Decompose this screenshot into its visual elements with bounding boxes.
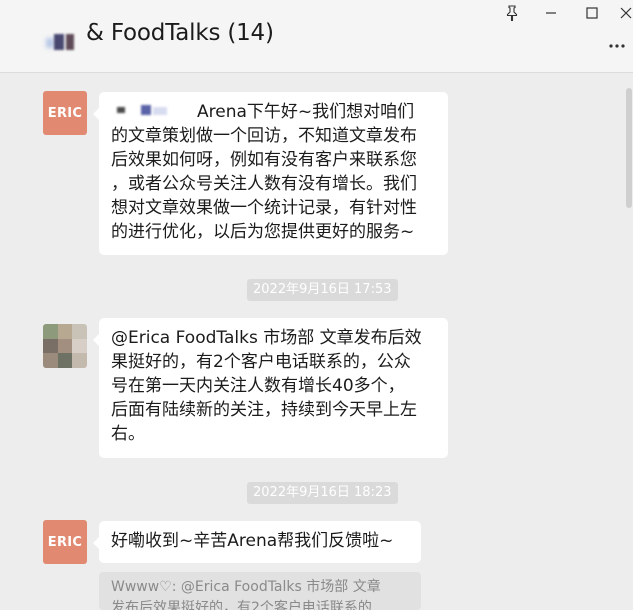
message-line: 后效果如何呀，例如有没有客户来联系您	[111, 150, 417, 170]
quote-line: 发布后效果挺好的，有2个客户电话联系的	[111, 600, 372, 610]
message-bubble[interactable]: @Erica FoodTalks 市场部 文章发布后效 果挺好的，有2个客户电话…	[93, 318, 448, 458]
timestamp: 2022年9月16日 17:53	[247, 279, 398, 301]
title-bar: & FoodTalks (14)	[0, 0, 633, 73]
avatar-label: ERIC	[47, 534, 83, 550]
message-line: ，或者公众号关注人数有没有增长。我们	[111, 174, 417, 194]
minimize-icon[interactable]	[537, 3, 565, 23]
message-line: 好嘞收到~辛苦Arena帮我们反馈啦~	[111, 531, 394, 551]
avatar[interactable]: ERIC	[43, 91, 87, 135]
message-line: Arena下午好~我们想对咱们	[111, 100, 436, 124]
redacted-mention	[111, 101, 197, 119]
message-bubble[interactable]: 好嘞收到~辛苦Arena帮我们反馈啦~	[93, 521, 421, 563]
message-line: 的进行优化，以后为您提供更好的服务~	[111, 222, 415, 242]
more-icon[interactable]	[607, 36, 627, 56]
scrollbar[interactable]	[625, 74, 633, 610]
message-line: 右。	[111, 424, 145, 444]
message-line: 的文章策划做一个回访，不知道文章发布	[111, 126, 417, 146]
pin-icon[interactable]	[498, 3, 526, 23]
message-bubble[interactable]: Arena下午好~我们想对咱们 的文章策划做一个回访，不知道文章发布 后效果如何…	[93, 92, 448, 255]
quoted-message[interactable]: Wwww♡: @Erica FoodTalks 市场部 文章 发布后效果挺好的，…	[99, 572, 421, 610]
scrollbar-thumb[interactable]	[626, 88, 632, 208]
message-line: @Erica FoodTalks 市场部 文章发布后效	[111, 328, 422, 348]
quote-line: Wwww♡: @Erica FoodTalks 市场部 文章	[111, 579, 381, 595]
avatar-label: ERIC	[47, 105, 83, 121]
avatar[interactable]: ERIC	[43, 520, 87, 564]
chat-window: & FoodTalks (14) ERIC Arena下午好~我们想对咱们 的文…	[0, 0, 633, 610]
chat-title: & FoodTalks (14)	[86, 20, 274, 46]
maximize-icon[interactable]	[578, 3, 606, 23]
message-line: 号在第一天内关注人数有增长40多个，	[111, 376, 405, 396]
message-line: 果挺好的，有2个客户电话联系的，公众	[111, 352, 411, 372]
message-line: 后面有陆续新的关注，持续到今天早上左	[111, 400, 417, 420]
message-line: 想对文章效果做一个统计记录，有针对性	[111, 198, 417, 218]
message-text: Arena下午好~我们想对咱们	[197, 102, 415, 122]
close-icon[interactable]	[612, 3, 633, 23]
avatar[interactable]	[43, 324, 87, 368]
timestamp: 2022年9月16日 18:23	[247, 482, 398, 504]
